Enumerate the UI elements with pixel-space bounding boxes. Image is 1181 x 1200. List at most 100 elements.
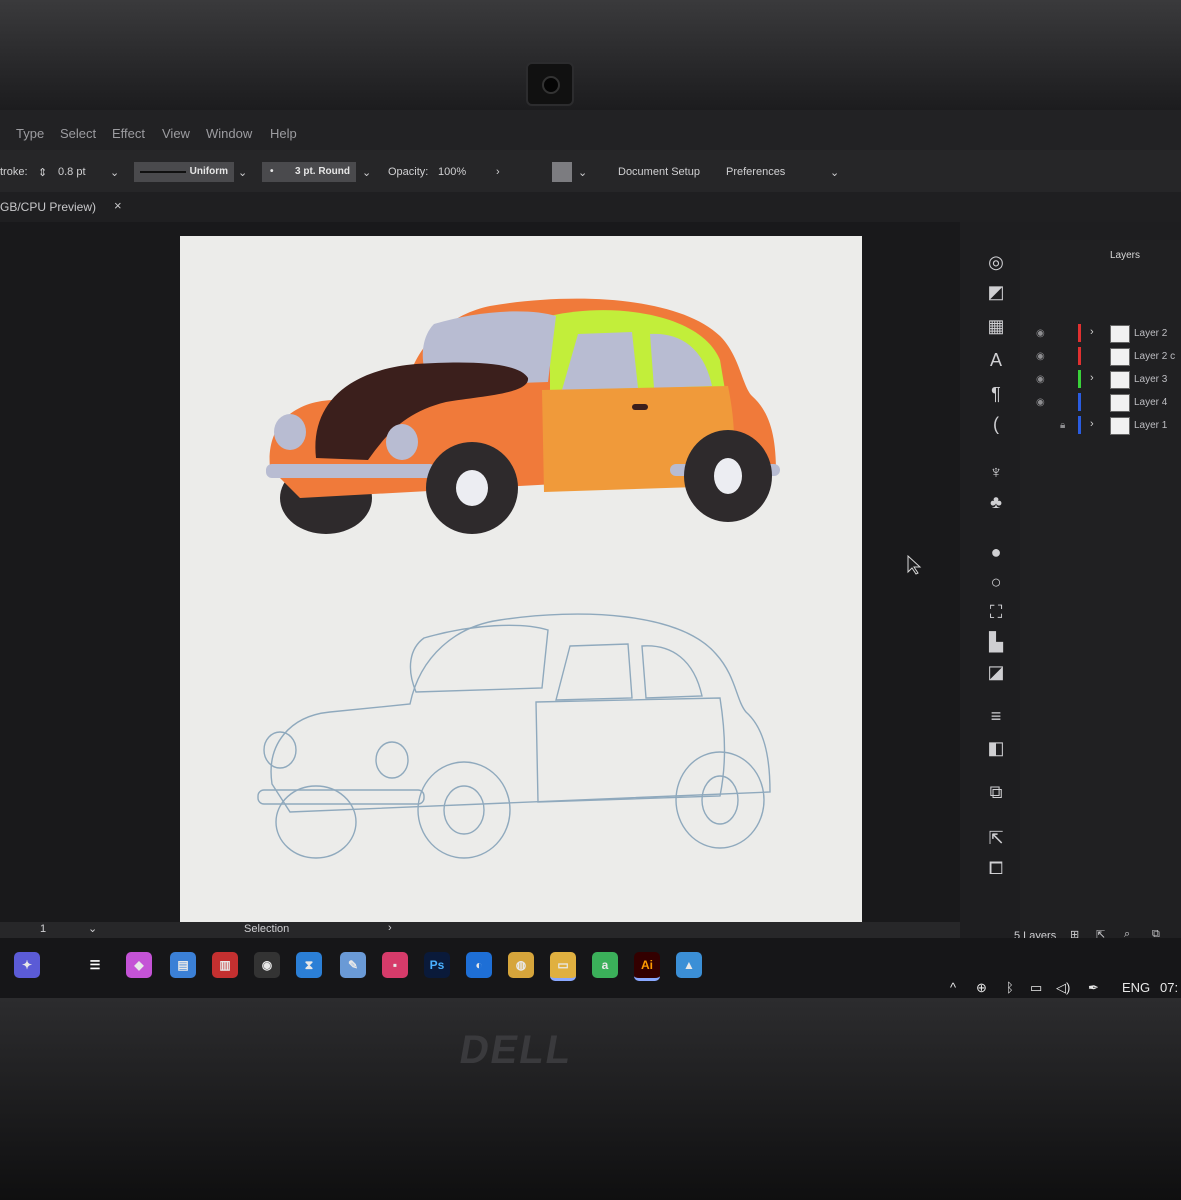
photos-icon[interactable]: ▲ — [676, 952, 702, 978]
swatches-icon[interactable]: ▦ — [983, 314, 1009, 338]
menu-select[interactable]: Select — [60, 126, 96, 141]
symbols-icon[interactable]: ♣ — [983, 490, 1009, 514]
opacity-label[interactable]: Opacity: — [388, 166, 428, 178]
artboard[interactable] — [180, 236, 862, 932]
webcam — [526, 62, 574, 106]
pathfinder-icon[interactable]: ◪ — [983, 660, 1009, 684]
vscode-icon[interactable]: ⧗ — [296, 952, 322, 978]
menu-effect[interactable]: Effect — [112, 126, 145, 141]
stroke-icon[interactable]: ≡ — [983, 704, 1009, 728]
variable-width-profile[interactable]: Uniform — [134, 162, 234, 182]
layer-row[interactable]: ◉ › Layer 2 — [1020, 322, 1181, 344]
menu-help[interactable]: Help — [270, 126, 297, 141]
chevron-right-icon[interactable]: › — [496, 166, 500, 178]
chevron-down-icon[interactable]: ⌄ — [88, 922, 97, 935]
layer-row[interactable]: ◉ Layer 2 c — [1020, 345, 1181, 367]
color-guide-icon[interactable]: ◎ — [983, 250, 1009, 274]
artboard-number[interactable]: 1 — [40, 923, 46, 935]
lock-icon[interactable]: 🔒︎ — [1060, 420, 1065, 431]
chevron-down-icon[interactable]: ⌄ — [238, 166, 247, 179]
photoshop-icon[interactable]: Ps — [424, 952, 450, 978]
transparency-icon[interactable]: ⧉ — [983, 780, 1009, 804]
outline-side-window — [555, 643, 633, 701]
menu-type[interactable]: Type — [16, 126, 44, 141]
layer-name[interactable]: Layer 2 — [1134, 328, 1167, 339]
align-icon[interactable]: ▙ — [983, 630, 1009, 654]
layer-name[interactable]: Layer 4 — [1134, 397, 1167, 408]
headlight-left — [274, 414, 306, 450]
chevron-right-icon[interactable]: › — [1090, 418, 1094, 430]
artboards-icon[interactable]: ⧠ — [983, 856, 1009, 880]
outline-body — [270, 613, 771, 813]
export-icon[interactable]: ⇱ — [983, 826, 1009, 850]
brushes-icon[interactable]: ♆ — [983, 460, 1009, 484]
recorder-icon[interactable]: ◉ — [254, 952, 280, 978]
chevron-right-icon[interactable]: › — [1090, 326, 1094, 338]
chevron-down-icon[interactable]: ⌄ — [362, 166, 371, 179]
app-icon[interactable]: a — [592, 952, 618, 978]
widgets-icon[interactable]: ✦ — [14, 952, 40, 978]
layer-name[interactable]: Layer 1 — [1134, 420, 1167, 431]
figma-icon[interactable]: ▪ — [382, 952, 408, 978]
graph-icon[interactable]: ◩ — [983, 280, 1009, 304]
battery-icon[interactable]: ▭ — [1030, 980, 1042, 996]
eye-icon[interactable]: ◉ — [1036, 374, 1045, 385]
layer-row[interactable]: ◉ Layer 4 — [1020, 391, 1181, 413]
volume-icon[interactable]: ◁) — [1056, 980, 1070, 996]
stroke-weight[interactable]: 0.8 pt — [58, 166, 86, 178]
colored-beetle[interactable] — [266, 298, 780, 534]
preferences-button[interactable]: Preferences — [726, 166, 785, 178]
opentype-icon[interactable]: ( — [983, 412, 1009, 436]
eye-icon[interactable]: ◉ — [1036, 351, 1045, 362]
layers-panel-title[interactable]: Layers — [1110, 250, 1140, 261]
chevron-down-icon[interactable]: ⌄ — [578, 166, 587, 179]
clock[interactable]: 07: — [1160, 980, 1178, 995]
layer-name[interactable]: Layer 3 — [1134, 374, 1167, 385]
outline-beetle[interactable] — [257, 613, 771, 859]
chevron-up-icon[interactable]: ^ — [950, 980, 956, 995]
paragraph-icon[interactable]: ¶ — [983, 382, 1009, 406]
style-swatch[interactable] — [552, 162, 572, 182]
graphic-styles-icon[interactable]: ○ — [983, 570, 1009, 594]
chevron-right-icon[interactable]: › — [1090, 372, 1094, 384]
task-view-icon[interactable]: ☰ — [82, 952, 108, 978]
eye-icon[interactable]: ◉ — [1036, 328, 1045, 339]
chrome-icon[interactable]: ◍ — [508, 952, 534, 978]
document-setup-button[interactable]: Document Setup — [618, 166, 700, 178]
eye-icon[interactable]: ◉ — [1036, 397, 1045, 408]
gradient-icon[interactable]: ◧ — [983, 736, 1009, 760]
menu-view[interactable]: View — [162, 126, 190, 141]
brush-definition[interactable]: • 3 pt. Round — [262, 162, 356, 182]
menu-window[interactable]: Window — [206, 126, 252, 141]
outline-headlight-left — [263, 731, 297, 769]
pdf-icon[interactable]: ▥ — [212, 952, 238, 978]
character-icon[interactable]: A — [983, 348, 1009, 372]
layer-color-bar — [1078, 416, 1081, 434]
pen-icon[interactable]: ✒ — [1088, 980, 1099, 996]
profile-label: Uniform — [189, 166, 228, 177]
screen: Type Select Effect View Window Help trok… — [0, 110, 1181, 998]
document-tab[interactable]: GB/CPU Preview) — [0, 200, 96, 214]
language-indicator[interactable]: ENG — [1122, 980, 1150, 995]
file-explorer-icon[interactable]: ▭ — [550, 952, 576, 981]
copilot-icon[interactable]: ◆ — [126, 952, 152, 978]
notepad-icon[interactable]: ▤ — [170, 952, 196, 978]
transform-icon[interactable]: ⛶ — [983, 600, 1009, 624]
chevron-right-icon[interactable]: › — [388, 922, 392, 934]
layer-name[interactable]: Layer 2 c — [1134, 351, 1175, 362]
appearance-icon[interactable]: ● — [983, 540, 1009, 564]
layer-row[interactable]: 🔒︎ › Layer 1 — [1020, 414, 1181, 436]
chevron-down-icon[interactable]: ⌄ — [110, 166, 119, 179]
dot-icon: • — [270, 166, 274, 177]
globe-icon[interactable]: ⊕ — [976, 980, 987, 996]
stroke-stepper-icon[interactable]: ⇕ — [38, 166, 47, 179]
close-icon[interactable]: × — [114, 198, 122, 213]
control-bar: troke: ⇕ 0.8 pt ⌄ Uniform ⌄ • 3 pt. Roun… — [0, 150, 1181, 192]
bluetooth-icon[interactable]: ᛒ — [1006, 980, 1014, 995]
chevron-down-icon[interactable]: ⌄ — [830, 166, 839, 179]
layer-row[interactable]: ◉ › Layer 3 — [1020, 368, 1181, 390]
illustrator-icon[interactable]: Ai — [634, 952, 660, 981]
paint-icon[interactable]: ✎ — [340, 952, 366, 978]
edge-icon[interactable]: ◐ — [466, 952, 492, 978]
opacity-value[interactable]: 100% — [438, 166, 466, 178]
